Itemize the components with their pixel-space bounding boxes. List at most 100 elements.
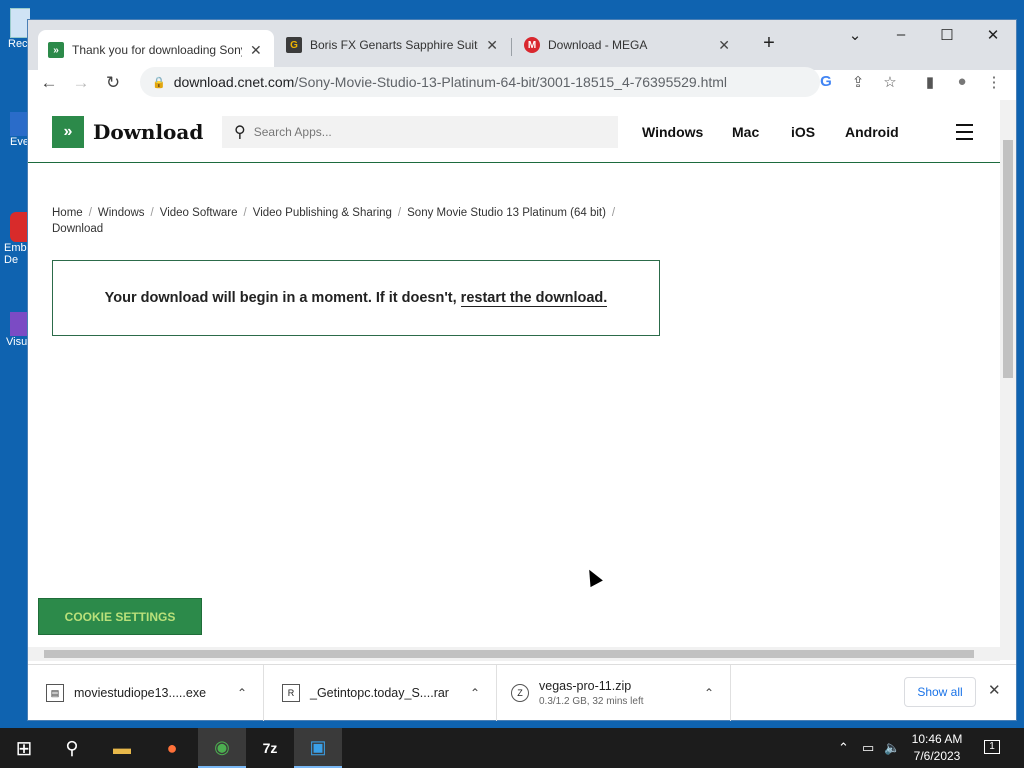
desktop-icon-label: Eve	[10, 136, 29, 148]
rar-file-icon: R	[282, 684, 300, 702]
profile-avatar-icon[interactable]: ●	[951, 73, 973, 90]
breadcrumb-item[interactable]: Home	[52, 207, 83, 219]
breadcrumb-separator: /	[243, 207, 247, 219]
tray-chevron-icon[interactable]: ⌃	[838, 740, 849, 756]
clock-date: 7/6/2023	[913, 749, 961, 763]
restart-download-link[interactable]: restart the download.	[460, 290, 608, 307]
system-clock[interactable]: 10:46 AM 7/6/2023	[904, 731, 970, 765]
start-button[interactable]: ⊞	[0, 728, 48, 768]
url-host: download.cnet.com	[173, 74, 295, 90]
7zip-icon[interactable]: 7z	[246, 728, 294, 768]
address-bar[interactable]: 🔒 download.cnet.com/Sony-Movie-Studio-13…	[140, 67, 820, 97]
emb-shortcut-icon	[10, 212, 30, 242]
tab-getintopc[interactable]: G Boris FX Genarts Sapphire Suite ✕	[276, 28, 508, 62]
browser-window: » Thank you for downloading Sony ✕ G Bor…	[28, 20, 1016, 721]
desktop-icon-eve[interactable]: Eve	[0, 112, 30, 148]
volume-icon[interactable]: 🔈	[884, 740, 900, 756]
share-icon[interactable]: ⇪	[847, 73, 869, 91]
close-window-button[interactable]: ✕	[978, 26, 1008, 44]
desktop-icon-emb[interactable]: Emb De	[0, 212, 30, 266]
chrome-menu-icon[interactable]: ⋮	[983, 73, 1005, 91]
minimize-button[interactable]: –	[886, 26, 916, 43]
nav-windows[interactable]: Windows	[642, 124, 703, 140]
download-filename: vegas-pro-11.zip	[539, 679, 632, 693]
download-message: Your download will begin in a moment. If…	[104, 290, 457, 306]
maximize-button[interactable]: ☐	[932, 26, 962, 44]
breadcrumb-separator: /	[611, 207, 616, 219]
desktop-icon-visual[interactable]: Visu	[0, 312, 30, 348]
tab-mega[interactable]: M Download - MEGA ✕	[514, 28, 740, 62]
breadcrumb-item[interactable]: Video Publishing & Sharing	[253, 207, 392, 219]
tab-separator	[511, 38, 512, 56]
tab-search-button[interactable]: ⌄	[840, 26, 870, 44]
lock-icon: 🔒	[152, 76, 166, 89]
breadcrumb-separator: /	[88, 207, 92, 219]
visual-studio-shortcut-icon	[10, 312, 30, 336]
close-tab-icon[interactable]: ✕	[250, 42, 262, 59]
download-progress-text: 0.3/1.2 GB, 32 mins left	[539, 696, 644, 707]
download-info: vegas-pro-11.zip 0.3/1.2 GB, 32 mins lef…	[539, 679, 644, 707]
google-lens-icon[interactable]: G	[815, 73, 837, 90]
download-item[interactable]: Z vegas-pro-11.zip 0.3/1.2 GB, 32 mins l…	[497, 665, 731, 721]
nav-android[interactable]: Android	[845, 124, 899, 140]
show-all-button[interactable]: Show all	[904, 677, 976, 707]
bookmark-star-icon[interactable]: ☆	[879, 73, 901, 91]
recycle-bin-icon	[10, 8, 30, 38]
browser-toolbar: ← → ↻ 🔒 download.cnet.com/Sony-Movie-Stu…	[28, 67, 1016, 100]
logo-text: Download	[93, 120, 204, 144]
chrome-icon[interactable]: ◉	[198, 728, 246, 768]
close-tab-icon[interactable]: ✕	[718, 37, 730, 54]
scrollbar-thumb[interactable]	[1003, 140, 1013, 378]
scrollbar-thumb[interactable]	[44, 650, 974, 658]
notifications-icon[interactable]: 1	[984, 740, 1000, 754]
tab-title: Boris FX Genarts Sapphire Suite	[310, 38, 479, 52]
breadcrumb-separator: /	[397, 207, 402, 219]
breadcrumb-item[interactable]: Video Software	[160, 207, 238, 219]
nav-ios[interactable]: iOS	[791, 124, 815, 140]
nav-mac[interactable]: Mac	[732, 124, 759, 140]
download-logo[interactable]: » Download	[52, 116, 203, 148]
breadcrumb-current: Download	[52, 223, 104, 235]
chevron-up-icon[interactable]: ⌃	[704, 686, 714, 700]
download-shelf: ▤ moviestudiope13.....exe ⌃ R _Getintopc…	[28, 664, 1016, 721]
cookie-settings-button[interactable]: COOKIE SETTINGS	[38, 598, 202, 635]
page-viewport: » Download ⚲ Search Apps... Windows Mac …	[28, 100, 1000, 660]
back-button[interactable]: ←	[36, 73, 62, 93]
chevron-up-icon[interactable]: ⌃	[470, 686, 480, 700]
search-input[interactable]: ⚲ Search Apps...	[222, 116, 618, 148]
download-item[interactable]: ▤ moviestudiope13.....exe ⌃	[28, 665, 264, 721]
download-message-box: Your download will begin in a moment. If…	[52, 260, 660, 336]
video-editor-icon[interactable]: ▣	[294, 728, 342, 768]
site-header: » Download ⚲ Search Apps... Windows Mac …	[28, 100, 1000, 163]
forward-button[interactable]: →	[68, 73, 94, 93]
reload-button[interactable]: ↻	[100, 73, 126, 93]
tab-strip: » Thank you for downloading Sony ✕ G Bor…	[28, 20, 1016, 70]
horizontal-scrollbar[interactable]	[28, 647, 1000, 661]
side-panel-icon[interactable]: ▮	[919, 73, 941, 91]
search-placeholder: Search Apps...	[253, 125, 332, 139]
hamburger-menu-icon[interactable]	[956, 124, 973, 145]
desktop-icon-recycle[interactable]: Rec	[0, 8, 30, 50]
close-tab-icon[interactable]: ✕	[486, 37, 498, 54]
new-tab-button[interactable]: +	[754, 32, 784, 55]
search-icon: ⚲	[234, 124, 246, 141]
network-icon[interactable]: ▭	[862, 740, 874, 756]
clock-time: 10:46 AM	[911, 732, 963, 746]
chevron-up-icon[interactable]: ⌃	[237, 686, 247, 700]
download-item[interactable]: R _Getintopc.today_S....rar ⌃	[264, 665, 497, 721]
file-explorer-icon[interactable]: ▬	[98, 728, 146, 768]
tab-title: Thank you for downloading Sony	[72, 43, 242, 57]
breadcrumb-item[interactable]: Sony Movie Studio 13 Platinum (64 bit)	[407, 207, 606, 219]
breadcrumb: Home / Windows / Video Software / Video Publis…	[52, 205, 672, 237]
breadcrumb-item[interactable]: Windows	[98, 207, 145, 219]
vertical-scrollbar[interactable]	[1000, 100, 1016, 660]
url-path: /Sony-Movie-Studio-13-Platinum-64-bit/30…	[294, 74, 728, 90]
search-icon[interactable]: ⚲	[48, 728, 96, 768]
close-icon[interactable]: ✕	[988, 681, 1001, 699]
taskbar: ⊞ ⚲ ▬ ● ◉ 7z ▣ ⌃ ▭ 🔈 10:46 AM 7/6/2023 1	[0, 728, 1024, 768]
firefox-icon[interactable]: ●	[148, 728, 196, 768]
getintopc-favicon: G	[286, 37, 302, 53]
tab-cnet[interactable]: » Thank you for downloading Sony ✕	[38, 30, 274, 70]
download-filename: moviestudiope13.....exe	[74, 686, 207, 700]
desktop-icon-label: Visu	[6, 336, 28, 348]
